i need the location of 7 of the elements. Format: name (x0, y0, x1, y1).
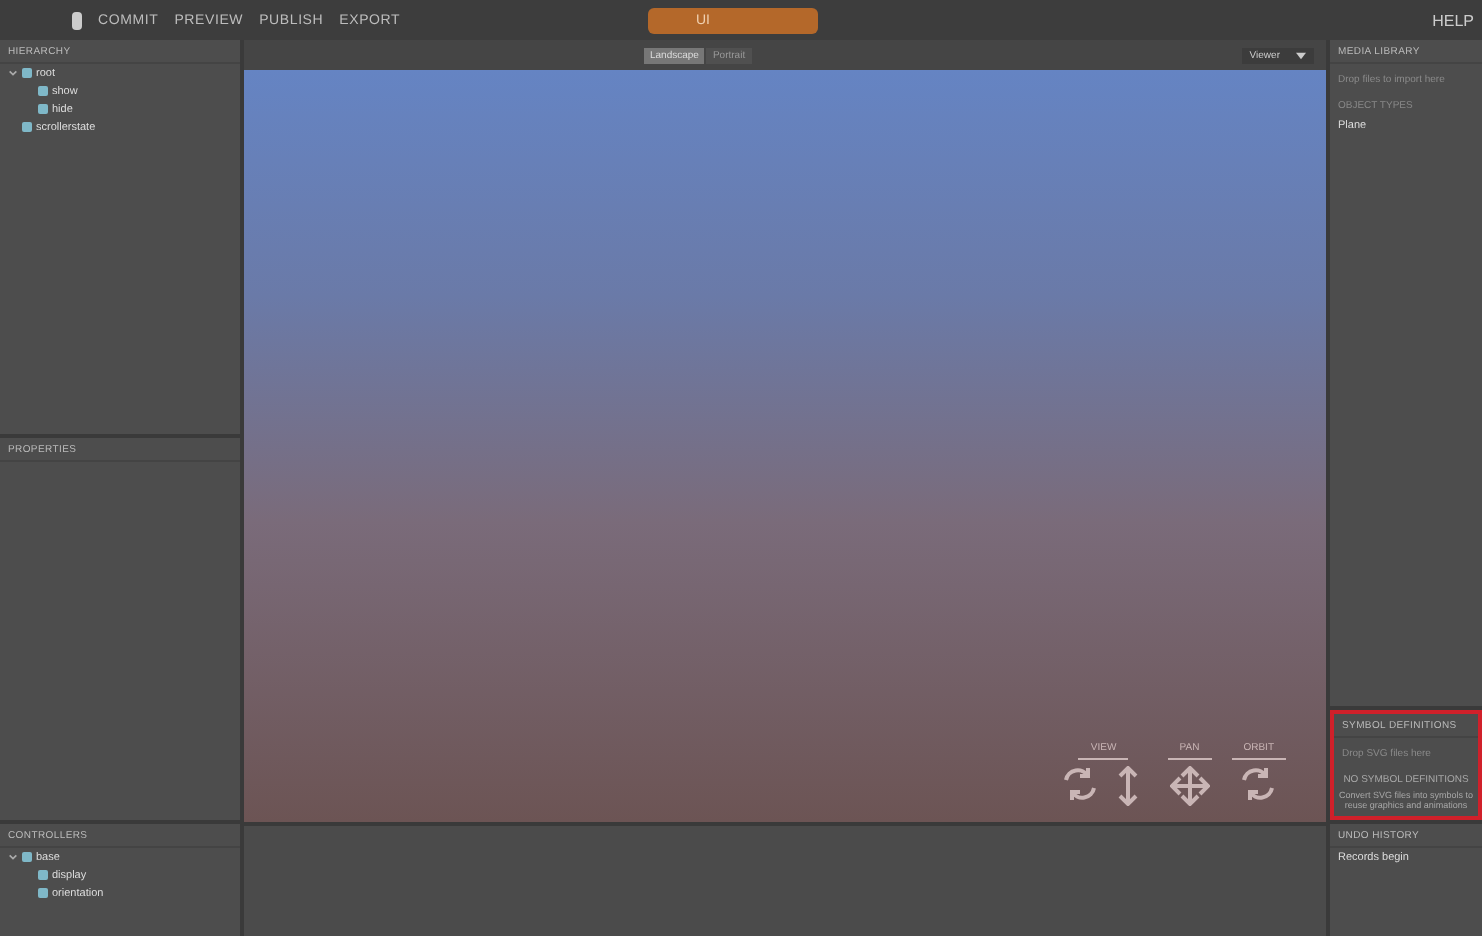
move-icon[interactable] (1169, 766, 1210, 806)
collapse-icon[interactable] (8, 852, 18, 862)
help-link[interactable]: HELP (1432, 11, 1474, 29)
collapse-icon[interactable] (8, 68, 18, 78)
caret-icon[interactable] (1296, 51, 1306, 59)
rotate-icon[interactable] (1059, 766, 1100, 806)
rotate-icon[interactable] (1238, 766, 1279, 806)
